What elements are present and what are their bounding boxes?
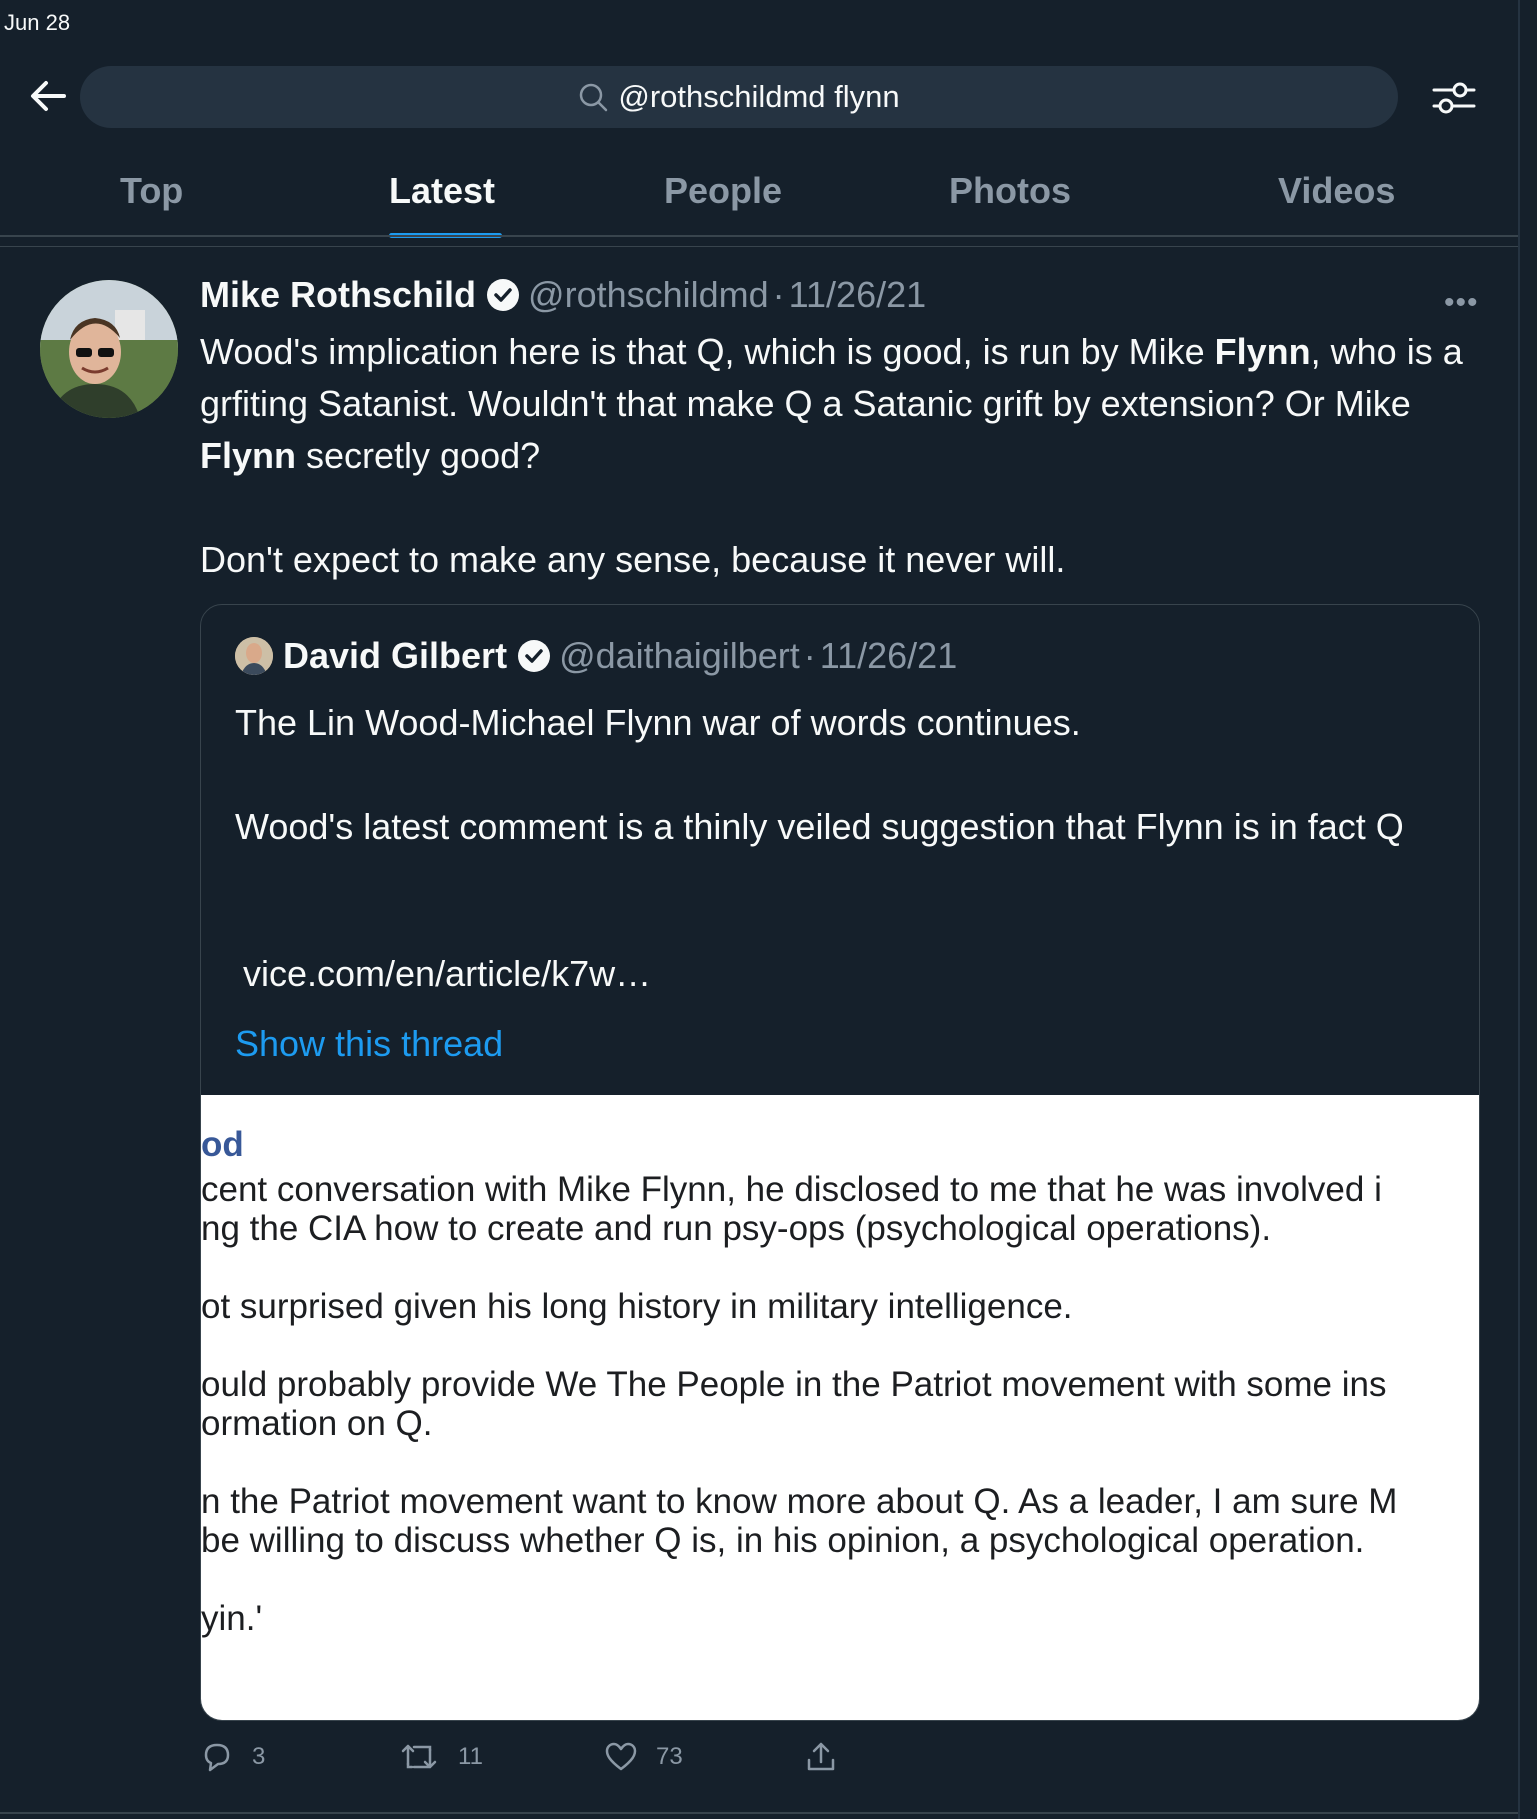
status-date: Jun 28 xyxy=(4,10,71,35)
reply-count: 3 xyxy=(252,1743,266,1770)
quoted-image[interactable]: od cent conversation with Mike Flynn, he… xyxy=(201,1095,1479,1720)
share-button[interactable] xyxy=(804,1740,856,1774)
window-edge xyxy=(1518,0,1520,1819)
search-tabs: Top Latest People Photos Videos xyxy=(0,160,1518,238)
tweet-text: Wood's implication here is that Q, which… xyxy=(200,326,1490,586)
search-filter-button[interactable] xyxy=(1430,78,1478,118)
quoted-tweet-header: David Gilbert @daithaigilbert · 11/26/21 xyxy=(235,635,957,677)
tab-latest[interactable]: Latest xyxy=(389,170,495,212)
image-text-line: od xyxy=(201,1125,244,1164)
avatar[interactable] xyxy=(40,280,178,418)
quoted-author-handle: @daithaigilbert xyxy=(559,635,800,676)
tweet-paragraph-2: Don't expect to make any sense, because … xyxy=(200,539,1066,580)
filter-icon xyxy=(1432,82,1476,114)
show-thread-link[interactable]: Show this thread xyxy=(235,1023,503,1065)
tab-photos[interactable]: Photos xyxy=(949,170,1071,212)
image-text-line: be willing to discuss whether Q is, in h… xyxy=(201,1521,1365,1560)
quoted-date: 11/26/21 xyxy=(819,635,958,676)
quoted-paragraph-2: Wood's latest comment is a thinly veiled… xyxy=(235,806,1404,847)
retweet-button[interactable]: 11 xyxy=(400,1740,483,1774)
image-text-line: yin.' xyxy=(201,1599,263,1638)
retweet-icon xyxy=(401,1744,437,1769)
like-count: 73 xyxy=(656,1743,683,1770)
reply-button[interactable]: 3 xyxy=(200,1740,265,1774)
image-text-line: ormation on Q. xyxy=(201,1404,433,1443)
more-button[interactable]: ••• xyxy=(1444,286,1479,320)
more-icon: ••• xyxy=(1444,286,1479,319)
header-separator: · xyxy=(772,274,785,315)
highlight-keyword: Flynn xyxy=(1214,331,1311,372)
tweet-header: Mike Rothschild @rothschildmd · 11/26/21 xyxy=(200,274,926,316)
tweet-actions: 3 11 73 xyxy=(200,1740,900,1790)
back-button[interactable] xyxy=(28,78,72,118)
tab-people[interactable]: People xyxy=(664,170,782,212)
search-icon xyxy=(580,83,608,112)
highlight-keyword: Flynn xyxy=(200,435,296,476)
quoted-text: The Lin Wood-Michael Flynn war of words … xyxy=(235,697,1455,853)
like-icon xyxy=(605,1742,637,1771)
image-text-line: ould probably provide We The People in t… xyxy=(201,1365,1387,1404)
quoted-avatar xyxy=(235,637,273,675)
verified-icon xyxy=(518,640,551,672)
back-arrow-icon xyxy=(31,81,66,111)
quoted-link[interactable]: vice.com/en/article/k7w… xyxy=(243,953,651,995)
tabs-divider-secondary xyxy=(0,246,1518,247)
retweet-count: 11 xyxy=(458,1743,483,1770)
author-name[interactable]: Mike Rothschild xyxy=(200,274,476,316)
tweet-divider xyxy=(0,1812,1518,1814)
tab-top[interactable]: Top xyxy=(120,170,183,212)
quoted-author-name: David Gilbert xyxy=(283,635,508,676)
image-text-line: cent conversation with Mike Flynn, he di… xyxy=(201,1170,1382,1209)
tabs-divider xyxy=(0,235,1518,237)
avatar-photo xyxy=(40,280,178,418)
image-text-line: ot surprised given his long history in m… xyxy=(201,1287,1073,1326)
search-input[interactable]: @rothschildmd flynn xyxy=(80,66,1398,128)
quoted-paragraph-1: The Lin Wood-Michael Flynn war of words … xyxy=(235,702,1081,743)
image-text-line: n the Patriot movement want to know more… xyxy=(201,1482,1398,1521)
verified-icon xyxy=(487,279,520,311)
tweet-date[interactable]: 11/26/21 xyxy=(789,274,926,316)
quoted-tweet[interactable]: David Gilbert @daithaigilbert · 11/26/21… xyxy=(200,604,1480,1721)
image-text-line: ng the CIA how to create and run psy-ops… xyxy=(201,1209,1272,1248)
tab-videos[interactable]: Videos xyxy=(1278,170,1395,212)
search-query: @rothschildmd flynn xyxy=(618,79,900,114)
like-button[interactable]: 73 xyxy=(604,1740,683,1774)
tweet-paragraph-1: Wood's implication here is that Q, which… xyxy=(200,331,1463,476)
quoted-separator: · xyxy=(803,635,816,676)
reply-icon xyxy=(204,1743,230,1772)
author-handle[interactable]: @rothschildmd xyxy=(528,274,769,316)
share-icon xyxy=(807,1742,835,1771)
